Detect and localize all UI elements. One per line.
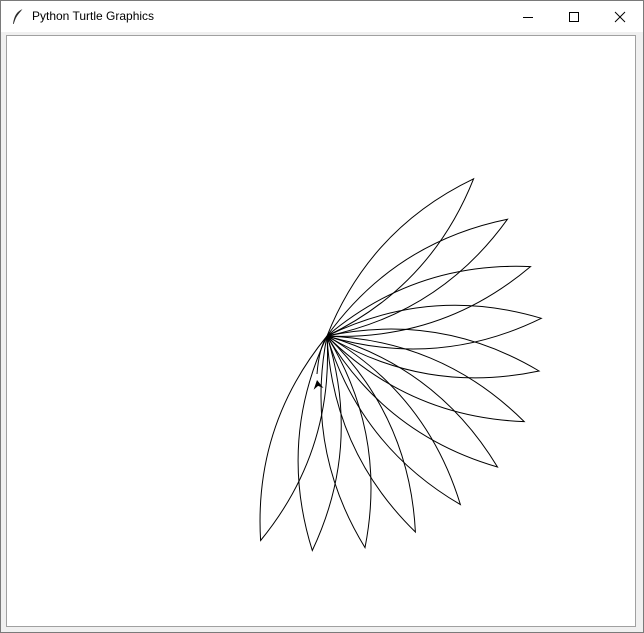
minimize-button[interactable]	[505, 1, 551, 32]
close-button[interactable]	[597, 1, 643, 32]
window-title: Python Turtle Graphics	[32, 9, 155, 23]
petal-curve	[326, 328, 541, 379]
minimize-icon	[523, 16, 533, 18]
petal-curve	[326, 218, 509, 337]
petal-curve	[326, 177, 475, 337]
petal-curve	[326, 335, 462, 506]
turtle-window: Python Turtle Graphics	[0, 0, 644, 633]
turtle-canvas[interactable]	[6, 35, 636, 627]
petal-curve	[326, 335, 416, 534]
maximize-button[interactable]	[551, 1, 597, 32]
feather-icon	[13, 8, 24, 25]
client-area	[5, 34, 639, 629]
title-bar[interactable]: Python Turtle Graphics	[1, 1, 643, 32]
close-icon	[614, 11, 626, 22]
drawing-surface	[259, 177, 543, 552]
petal-curve	[297, 335, 342, 552]
petal-curve	[326, 335, 499, 468]
maximize-icon	[569, 11, 579, 22]
